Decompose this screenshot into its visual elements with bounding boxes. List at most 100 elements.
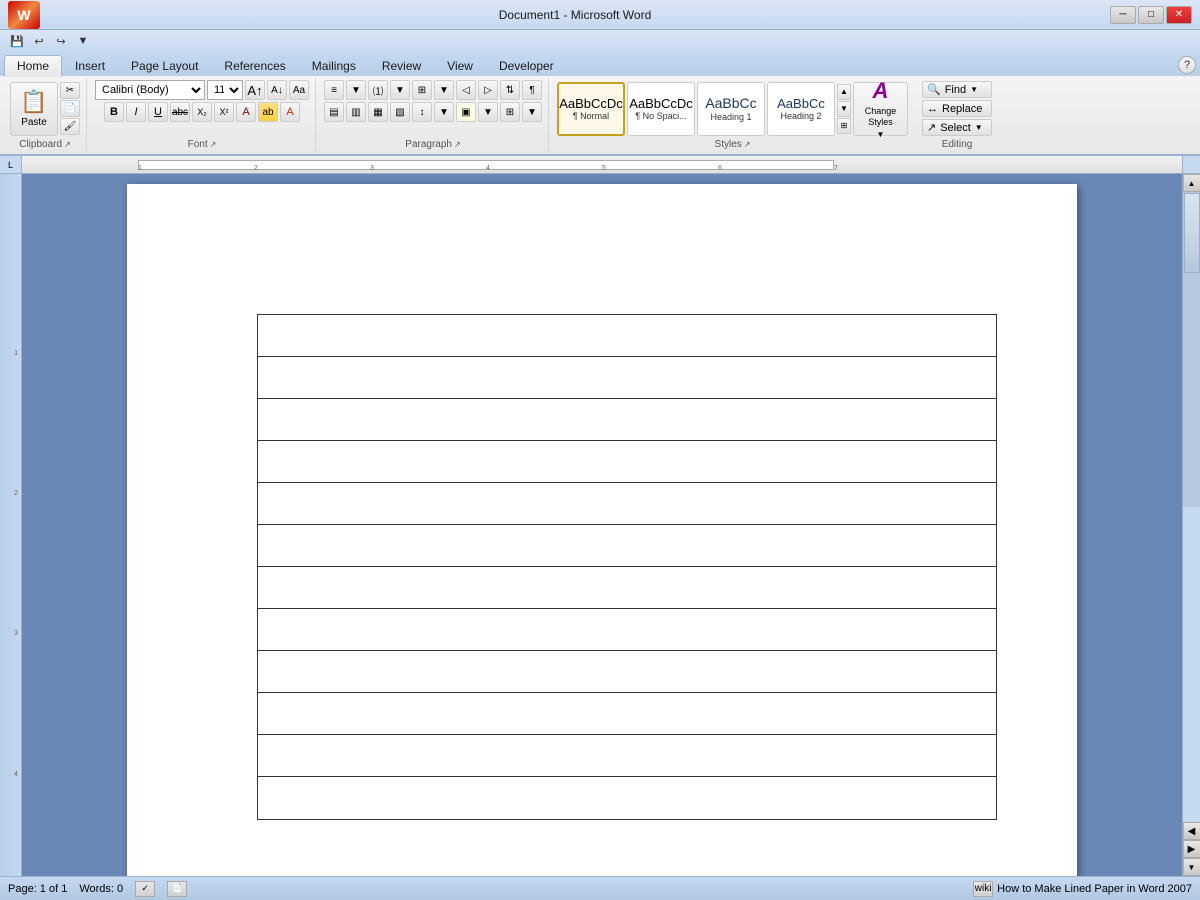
toolbar-dropdown-icon[interactable]: ▼	[74, 32, 92, 50]
table-row	[258, 735, 996, 777]
decrease-font-size-button[interactable]: A↓	[267, 80, 287, 100]
font-name-dropdown[interactable]: Calibri (Body)	[95, 80, 205, 100]
bullets-dropdown-button[interactable]: ▼	[346, 80, 366, 100]
styles-expand-icon[interactable]: ↗	[744, 140, 751, 149]
tab-developer[interactable]: Developer	[486, 55, 567, 76]
shading-dropdown[interactable]: ▼	[478, 102, 498, 122]
word-count: Words: 0	[79, 883, 123, 895]
find-icon: 🔍	[927, 83, 941, 96]
style-heading2[interactable]: AaBbCc Heading 2	[767, 82, 835, 136]
numbering-button[interactable]: ⑴	[368, 80, 388, 100]
scroll-up-button[interactable]: ▲	[1183, 174, 1200, 192]
sort-button[interactable]: ⇅	[500, 80, 520, 100]
highlight-button[interactable]: ab	[258, 102, 278, 122]
multilevel-dropdown-button[interactable]: ▼	[434, 80, 454, 100]
undo-icon[interactable]: ↩	[30, 32, 48, 50]
borders-button[interactable]: ⊞	[500, 102, 520, 122]
paste-button[interactable]: 📋 Paste	[10, 82, 58, 136]
find-button[interactable]: 🔍 Find ▼	[922, 81, 992, 98]
multilevel-list-button[interactable]: ⊞	[412, 80, 432, 100]
vruler-mark-1: 1	[0, 350, 21, 357]
close-button[interactable]: ✕	[1166, 6, 1192, 24]
select-button[interactable]: ↗ Select ▼	[922, 119, 992, 136]
save-icon[interactable]: 💾	[8, 32, 26, 50]
tab-page-layout[interactable]: Page Layout	[118, 55, 211, 76]
styles-scroll-down-button[interactable]: ▼	[837, 101, 851, 117]
font-color-button[interactable]: A	[236, 102, 256, 122]
select-icon: ↗	[927, 121, 936, 134]
borders-dropdown[interactable]: ▼	[522, 102, 542, 122]
status-help-text: How to Make Lined Paper in Word 2007	[997, 883, 1192, 895]
tab-mailings[interactable]: Mailings	[299, 55, 369, 76]
vertical-scrollbar[interactable]: ▲ ◀ ▶ ▼	[1182, 174, 1200, 876]
status-bar-left: Page: 1 of 1 Words: 0 ✓ 📄	[8, 881, 187, 897]
tab-references[interactable]: References	[211, 55, 298, 76]
horizontal-ruler[interactable]: 1 2 3 4 5 6 7	[22, 156, 1182, 174]
style-no-spacing[interactable]: AaBbCcDc ¶ No Spaci...	[627, 82, 695, 136]
cut-button[interactable]: ✂	[60, 82, 80, 99]
subscript-button[interactable]: X₂	[192, 102, 212, 122]
ruler-corner[interactable]: L	[0, 156, 22, 174]
paragraph-content: ≡ ▼ ⑴ ▼ ⊞ ▼ ◁ ▷ ⇅ ¶ ▤ ▥ ▦ ▧ ↕ ▼ ▣ ▼ ⊞	[324, 80, 542, 137]
scroll-thumb[interactable]	[1184, 193, 1200, 273]
clear-format-button[interactable]: Aa	[289, 80, 309, 100]
bold-button[interactable]: B	[104, 102, 124, 122]
justify-button[interactable]: ▧	[390, 102, 410, 122]
show-paragraph-button[interactable]: ¶	[522, 80, 542, 100]
style-heading1-preview: AaBbCc	[705, 95, 756, 112]
maximize-button[interactable]: □	[1138, 6, 1164, 24]
align-center-button[interactable]: ▥	[346, 102, 366, 122]
font-expand-icon[interactable]: ↗	[210, 140, 217, 149]
styles-content: AaBbCcDc ¶ Normal AaBbCcDc ¶ No Spaci...…	[557, 80, 908, 137]
paragraph-expand-icon[interactable]: ↗	[454, 140, 461, 149]
tab-view[interactable]: View	[434, 55, 486, 76]
paragraph-label: Paragraph ↗	[405, 137, 460, 150]
italic-button[interactable]: I	[126, 102, 146, 122]
tab-review[interactable]: Review	[369, 55, 434, 76]
redo-icon[interactable]: ↪	[52, 32, 70, 50]
office-logo[interactable]: W	[8, 1, 40, 29]
strikethrough-button[interactable]: abc	[170, 102, 190, 122]
format-painter-button[interactable]: 🖌	[60, 118, 80, 135]
decrease-indent-button[interactable]: ◁	[456, 80, 476, 100]
replace-button[interactable]: ↔ Replace	[922, 100, 992, 117]
increase-indent-button[interactable]: ▷	[478, 80, 498, 100]
tab-home[interactable]: Home	[4, 55, 62, 77]
line-spacing-dropdown[interactable]: ▼	[434, 102, 454, 122]
align-left-button[interactable]: ▤	[324, 102, 344, 122]
underline-button[interactable]: U	[148, 102, 168, 122]
clipboard-expand-icon[interactable]: ↗	[64, 140, 71, 149]
align-right-button[interactable]: ▦	[368, 102, 388, 122]
help-icon[interactable]: ?	[1178, 56, 1196, 74]
bullets-button[interactable]: ≡	[324, 80, 344, 100]
font-size-dropdown[interactable]: 11	[207, 80, 243, 100]
find-label: Find	[945, 84, 966, 96]
copy-button[interactable]: 📄	[60, 100, 80, 117]
page-info: Page: 1 of 1	[8, 883, 67, 895]
document-area[interactable]	[22, 174, 1182, 876]
tab-insert[interactable]: Insert	[62, 55, 118, 76]
styles-more-button[interactable]: ⊞	[837, 118, 851, 134]
scroll-prev-page-button[interactable]: ◀	[1183, 822, 1200, 840]
increase-font-size-button[interactable]: A↑	[245, 80, 265, 100]
vertical-ruler: 1 2 3 4	[0, 174, 22, 876]
document-view-icon[interactable]: 📄	[167, 881, 187, 897]
scroll-down-button[interactable]: ▼	[1183, 858, 1200, 876]
shading-button[interactable]: ▣	[456, 102, 476, 122]
scroll-track[interactable]	[1183, 192, 1200, 507]
font-label: Font ↗	[188, 137, 217, 150]
paragraph-top-row: ≡ ▼ ⑴ ▼ ⊞ ▼ ◁ ▷ ⇅ ¶	[324, 80, 542, 100]
minimize-button[interactable]: ─	[1110, 6, 1136, 24]
table-row	[258, 441, 996, 483]
text-effects-button[interactable]: A	[280, 102, 300, 122]
superscript-button[interactable]: X²	[214, 102, 234, 122]
scroll-next-page-button[interactable]: ▶	[1183, 840, 1200, 858]
styles-scroll-up-button[interactable]: ▲	[837, 84, 851, 100]
style-normal[interactable]: AaBbCcDc ¶ Normal	[557, 82, 625, 136]
line-spacing-button[interactable]: ↕	[412, 102, 432, 122]
numbering-dropdown-button[interactable]: ▼	[390, 80, 410, 100]
spell-check-icon[interactable]: ✓	[135, 881, 155, 897]
change-styles-button[interactable]: A Change Styles ▼	[853, 82, 908, 136]
taskbar-word-icon[interactable]: wiki	[973, 881, 993, 897]
style-heading1[interactable]: AaBbCc Heading 1	[697, 82, 765, 136]
